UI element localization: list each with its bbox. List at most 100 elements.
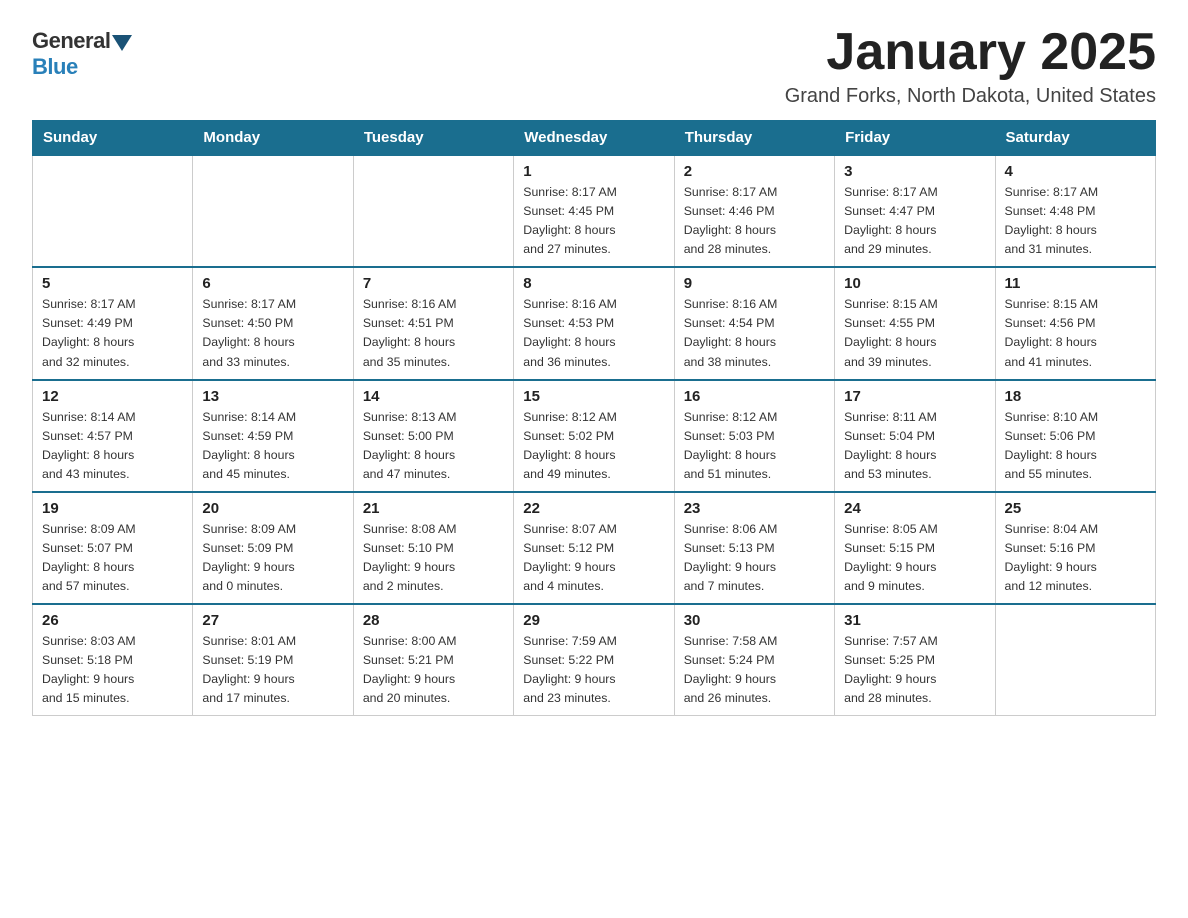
day-number: 29 <box>523 612 664 629</box>
weekday-header-tuesday: Tuesday <box>353 121 513 156</box>
day-number: 30 <box>684 612 825 629</box>
day-info: Sunrise: 8:17 AM Sunset: 4:50 PM Dayligh… <box>202 295 343 371</box>
day-number: 20 <box>202 500 343 517</box>
day-number: 22 <box>523 500 664 517</box>
day-info: Sunrise: 8:04 AM Sunset: 5:16 PM Dayligh… <box>1005 520 1146 596</box>
calendar-cell: 2Sunrise: 8:17 AM Sunset: 4:46 PM Daylig… <box>674 155 834 267</box>
location-title: Grand Forks, North Dakota, United States <box>785 85 1156 108</box>
calendar-cell: 26Sunrise: 8:03 AM Sunset: 5:18 PM Dayli… <box>33 604 193 716</box>
day-info: Sunrise: 8:14 AM Sunset: 4:57 PM Dayligh… <box>42 408 183 484</box>
calendar-cell: 11 Sunrise: 8:15 AM Sunset: 4:56 PM Dayli… <box>995 267 1155 379</box>
logo: General Blue <box>32 28 132 80</box>
calendar-cell: 23Sunrise: 8:06 AM Sunset: 5:13 PM Dayli… <box>674 492 834 604</box>
calendar-cell <box>353 155 513 267</box>
calendar-week-5: 26Sunrise: 8:03 AM Sunset: 5:18 PM Dayli… <box>33 604 1156 716</box>
calendar-week-4: 19 Sunrise: 8:09 AM Sunset: 5:07 PM Dayli… <box>33 492 1156 604</box>
day-info: Sunrise: 8:14 AM Sunset: 4:59 PM Dayligh… <box>202 408 343 484</box>
day-number: 8 <box>523 275 664 292</box>
day-number: 28 <box>363 612 504 629</box>
calendar-cell: 22Sunrise: 8:07 AM Sunset: 5:12 PM Dayli… <box>514 492 674 604</box>
calendar-cell: 28 Sunrise: 8:00 AM Sunset: 5:21 PM Dayli… <box>353 604 513 716</box>
day-number: 7 <box>363 275 504 292</box>
day-number: 12 <box>42 388 183 405</box>
day-info: Sunrise: 8:15 AM Sunset: 4:55 PM Dayligh… <box>844 295 985 371</box>
day-info: Sunrise: 8:05 AM Sunset: 5:15 PM Dayligh… <box>844 520 985 596</box>
calendar-cell: 19 Sunrise: 8:09 AM Sunset: 5:07 PM Dayli… <box>33 492 193 604</box>
weekday-header-thursday: Thursday <box>674 121 834 156</box>
day-info: Sunrise: 7:59 AM Sunset: 5:22 PM Dayligh… <box>523 632 664 708</box>
day-number: 25 <box>1005 500 1146 517</box>
day-number: 23 <box>684 500 825 517</box>
calendar-cell: 17 Sunrise: 8:11 AM Sunset: 5:04 PM Dayli… <box>835 380 995 492</box>
day-number: 10 <box>844 275 985 292</box>
day-info: Sunrise: 7:58 AM Sunset: 5:24 PM Dayligh… <box>684 632 825 708</box>
day-info: Sunrise: 8:01 AM Sunset: 5:19 PM Dayligh… <box>202 632 343 708</box>
day-number: 17 <box>844 388 985 405</box>
weekday-header-friday: Friday <box>835 121 995 156</box>
day-info: Sunrise: 8:15 AM Sunset: 4:56 PM Dayligh… <box>1005 295 1146 371</box>
calendar-cell: 20 Sunrise: 8:09 AM Sunset: 5:09 PM Dayli… <box>193 492 353 604</box>
day-info: Sunrise: 8:11 AM Sunset: 5:04 PM Dayligh… <box>844 408 985 484</box>
calendar-cell: 12 Sunrise: 8:14 AM Sunset: 4:57 PM Dayli… <box>33 380 193 492</box>
day-info: Sunrise: 8:17 AM Sunset: 4:45 PM Dayligh… <box>523 183 664 259</box>
day-info: Sunrise: 8:17 AM Sunset: 4:47 PM Dayligh… <box>844 183 985 259</box>
weekday-header-sunday: Sunday <box>33 121 193 156</box>
day-number: 15 <box>523 388 664 405</box>
day-number: 19 <box>42 500 183 517</box>
day-info: Sunrise: 8:16 AM Sunset: 4:54 PM Dayligh… <box>684 295 825 371</box>
weekday-header-wednesday: Wednesday <box>514 121 674 156</box>
day-number: 1 <box>523 163 664 180</box>
weekday-header-monday: Monday <box>193 121 353 156</box>
calendar-cell: 14 Sunrise: 8:13 AM Sunset: 5:00 PM Dayli… <box>353 380 513 492</box>
day-info: Sunrise: 8:08 AM Sunset: 5:10 PM Dayligh… <box>363 520 504 596</box>
calendar-cell: 1 Sunrise: 8:17 AM Sunset: 4:45 PM Daylig… <box>514 155 674 267</box>
day-number: 11 <box>1005 275 1146 292</box>
day-info: Sunrise: 8:16 AM Sunset: 4:53 PM Dayligh… <box>523 295 664 371</box>
day-number: 24 <box>844 500 985 517</box>
day-info: Sunrise: 8:12 AM Sunset: 5:03 PM Dayligh… <box>684 408 825 484</box>
day-number: 16 <box>684 388 825 405</box>
day-number: 3 <box>844 163 985 180</box>
logo-arrow-icon <box>112 35 132 51</box>
calendar-cell: 6 Sunrise: 8:17 AM Sunset: 4:50 PM Daylig… <box>193 267 353 379</box>
day-info: Sunrise: 8:16 AM Sunset: 4:51 PM Dayligh… <box>363 295 504 371</box>
calendar-cell <box>995 604 1155 716</box>
day-number: 6 <box>202 275 343 292</box>
day-info: Sunrise: 8:17 AM Sunset: 4:49 PM Dayligh… <box>42 295 183 371</box>
calendar-cell: 13 Sunrise: 8:14 AM Sunset: 4:59 PM Dayli… <box>193 380 353 492</box>
day-number: 13 <box>202 388 343 405</box>
day-number: 18 <box>1005 388 1146 405</box>
calendar-cell <box>193 155 353 267</box>
day-info: Sunrise: 8:12 AM Sunset: 5:02 PM Dayligh… <box>523 408 664 484</box>
day-info: Sunrise: 8:09 AM Sunset: 5:07 PM Dayligh… <box>42 520 183 596</box>
day-number: 14 <box>363 388 504 405</box>
calendar-cell: 21 Sunrise: 8:08 AM Sunset: 5:10 PM Dayli… <box>353 492 513 604</box>
calendar-cell: 18 Sunrise: 8:10 AM Sunset: 5:06 PM Dayli… <box>995 380 1155 492</box>
day-info: Sunrise: 8:09 AM Sunset: 5:09 PM Dayligh… <box>202 520 343 596</box>
month-title: January 2025 <box>785 24 1156 81</box>
weekday-header-saturday: Saturday <box>995 121 1155 156</box>
calendar-week-3: 12 Sunrise: 8:14 AM Sunset: 4:57 PM Dayli… <box>33 380 1156 492</box>
calendar-cell: 7 Sunrise: 8:16 AM Sunset: 4:51 PM Daylig… <box>353 267 513 379</box>
day-number: 21 <box>363 500 504 517</box>
calendar-cell: 16 Sunrise: 8:12 AM Sunset: 5:03 PM Dayli… <box>674 380 834 492</box>
day-info: Sunrise: 8:03 AM Sunset: 5:18 PM Dayligh… <box>42 632 183 708</box>
logo-general-text: General <box>32 28 110 54</box>
calendar-cell: 31Sunrise: 7:57 AM Sunset: 5:25 PM Dayli… <box>835 604 995 716</box>
day-number: 4 <box>1005 163 1146 180</box>
calendar-cell: 3 Sunrise: 8:17 AM Sunset: 4:47 PM Daylig… <box>835 155 995 267</box>
logo-blue-text: Blue <box>32 54 78 80</box>
calendar-cell: 10 Sunrise: 8:15 AM Sunset: 4:55 PM Dayli… <box>835 267 995 379</box>
title-block: January 2025 Grand Forks, North Dakota, … <box>785 24 1156 108</box>
day-info: Sunrise: 8:17 AM Sunset: 4:48 PM Dayligh… <box>1005 183 1146 259</box>
day-number: 27 <box>202 612 343 629</box>
calendar-week-2: 5Sunrise: 8:17 AM Sunset: 4:49 PM Daylig… <box>33 267 1156 379</box>
day-info: Sunrise: 8:13 AM Sunset: 5:00 PM Dayligh… <box>363 408 504 484</box>
day-info: Sunrise: 8:10 AM Sunset: 5:06 PM Dayligh… <box>1005 408 1146 484</box>
calendar-cell: 8 Sunrise: 8:16 AM Sunset: 4:53 PM Daylig… <box>514 267 674 379</box>
calendar-cell: 24 Sunrise: 8:05 AM Sunset: 5:15 PM Dayli… <box>835 492 995 604</box>
day-info: Sunrise: 8:00 AM Sunset: 5:21 PM Dayligh… <box>363 632 504 708</box>
calendar-table: SundayMondayTuesdayWednesdayThursdayFrid… <box>32 120 1156 716</box>
calendar-cell: 5Sunrise: 8:17 AM Sunset: 4:49 PM Daylig… <box>33 267 193 379</box>
calendar-cell: 4 Sunrise: 8:17 AM Sunset: 4:48 PM Daylig… <box>995 155 1155 267</box>
